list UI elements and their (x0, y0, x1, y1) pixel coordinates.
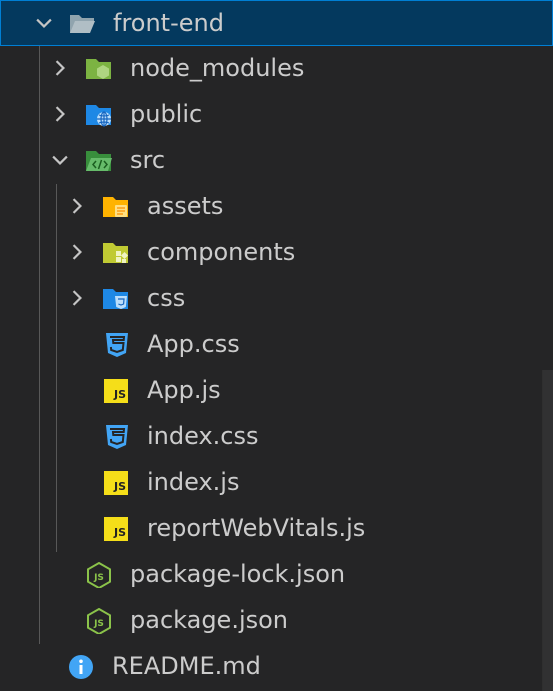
tree-item-label: css (147, 284, 186, 312)
tree-item-label: App.js (147, 376, 221, 404)
folder-public-icon (85, 102, 113, 128)
tree-item-assets[interactable]: assets (0, 184, 553, 230)
js-badge: JS (104, 471, 128, 495)
chevron-right-icon[interactable] (49, 103, 71, 125)
tree-item-label: components (147, 238, 296, 266)
tree-item-css-folder[interactable]: css (0, 276, 553, 322)
tree-item-package-json[interactable]: JS package.json (0, 598, 553, 644)
scrollbar-thumb[interactable] (542, 370, 553, 691)
tree-item-label: README.md (112, 652, 261, 680)
tree-item-components[interactable]: components (0, 230, 553, 276)
file-explorer-tree: front-end node_modules public src assets… (0, 0, 553, 691)
svg-text:JS: JS (93, 619, 104, 629)
chevron-right-icon[interactable] (66, 287, 88, 309)
tree-item-label: node_modules (130, 54, 305, 82)
js-file-icon: JS (102, 378, 130, 404)
chevron-down-icon[interactable] (49, 149, 71, 171)
tree-item-app-js[interactable]: JS App.js (0, 368, 553, 414)
css-file-icon (102, 332, 130, 358)
folder-assets-icon (102, 194, 130, 220)
tree-item-readme-md[interactable]: README.md (0, 644, 553, 690)
folder-css-icon (102, 286, 130, 312)
js-file-icon: JS (102, 470, 130, 496)
tree-item-label: index.js (147, 468, 240, 496)
js-badge: JS (104, 517, 128, 541)
tree-item-index-css[interactable]: index.css (0, 414, 553, 460)
folder-node-icon (85, 56, 113, 82)
nodejs-file-icon: JS (85, 608, 113, 634)
chevron-right-icon[interactable] (66, 195, 88, 217)
tree-item-label: public (130, 100, 203, 128)
tree-item-label: assets (147, 192, 224, 220)
svg-text:JS: JS (93, 573, 104, 583)
chevron-right-icon[interactable] (66, 241, 88, 263)
tree-item-node-modules[interactable]: node_modules (0, 46, 553, 92)
info-icon (67, 654, 95, 680)
chevron-right-icon[interactable] (49, 57, 71, 79)
tree-item-label: front-end (113, 9, 224, 37)
tree-item-src[interactable]: src (0, 138, 553, 184)
tree-item-label: reportWebVitals.js (147, 514, 366, 542)
tree-item-label: index.css (147, 422, 259, 450)
tree-item-package-lock-json[interactable]: JS package-lock.json (0, 552, 553, 598)
tree-item-label: package-lock.json (130, 560, 346, 588)
tree-item-label: package.json (130, 606, 289, 634)
chevron-down-icon[interactable] (33, 12, 55, 34)
js-file-icon: JS (102, 516, 130, 542)
tree-item-report-web-vitals-js[interactable]: JS reportWebVitals.js (0, 506, 553, 552)
folder-open-icon (68, 11, 96, 37)
css-file-icon (102, 424, 130, 450)
nodejs-file-icon: JS (85, 562, 113, 588)
js-badge: JS (104, 379, 128, 403)
tree-item-label: App.css (147, 330, 240, 358)
tree-item-front-end[interactable]: front-end (0, 0, 553, 46)
folder-src-open-icon (85, 148, 113, 174)
tree-item-index-js[interactable]: JS index.js (0, 460, 553, 506)
tree-item-public[interactable]: public (0, 92, 553, 138)
tree-item-app-css[interactable]: App.css (0, 322, 553, 368)
folder-components-icon (102, 240, 130, 266)
tree-item-label: src (130, 146, 166, 174)
